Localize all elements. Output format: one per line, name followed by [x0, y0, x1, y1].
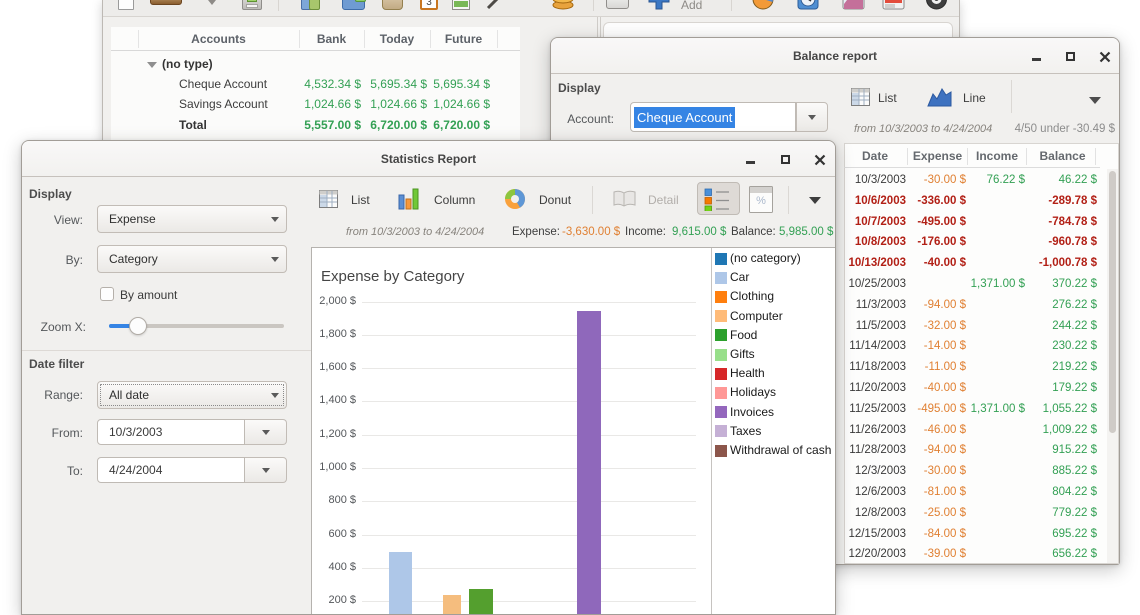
svg-text:%: %	[756, 195, 766, 207]
